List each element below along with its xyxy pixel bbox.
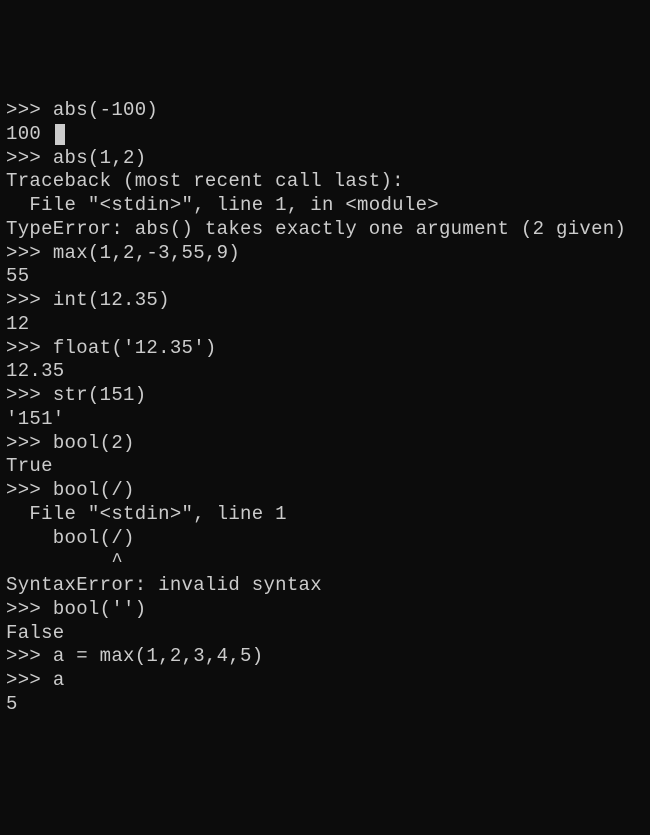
repl-prompt: >>> — [6, 384, 53, 406]
repl-output: 5 — [6, 693, 18, 715]
repl-command: max(1,2,-3,55,9) — [53, 242, 240, 264]
repl-output-line: bool(/) — [6, 527, 644, 551]
repl-command: bool('') — [53, 598, 147, 620]
repl-input-line: >>> a — [6, 669, 644, 693]
repl-output-line: True — [6, 455, 644, 479]
python-repl-terminal[interactable]: >>> abs(-100)100 >>> abs(1,2)Traceback (… — [6, 99, 644, 717]
repl-input-line: >>> bool(2) — [6, 432, 644, 456]
repl-prompt: >>> — [6, 645, 53, 667]
repl-output-line: 100 — [6, 123, 644, 147]
repl-output: ^ — [6, 550, 123, 572]
repl-output-line: Traceback (most recent call last): — [6, 170, 644, 194]
repl-input-line: >>> a = max(1,2,3,4,5) — [6, 645, 644, 669]
repl-output-line: 55 — [6, 265, 644, 289]
repl-command: bool(/) — [53, 479, 135, 501]
repl-output: 12.35 — [6, 360, 65, 382]
repl-prompt: >>> — [6, 432, 53, 454]
repl-command: abs(-100) — [53, 99, 158, 121]
repl-prompt: >>> — [6, 598, 53, 620]
repl-input-line: >>> abs(1,2) — [6, 147, 644, 171]
repl-command: str(151) — [53, 384, 147, 406]
repl-input-line: >>> max(1,2,-3,55,9) — [6, 242, 644, 266]
repl-prompt: >>> — [6, 479, 53, 501]
repl-output: bool(/) — [6, 527, 135, 549]
repl-output-line: '151' — [6, 408, 644, 432]
repl-output-line: SyntaxError: invalid syntax — [6, 574, 644, 598]
repl-input-line: >>> float('12.35') — [6, 337, 644, 361]
repl-prompt: >>> — [6, 289, 53, 311]
repl-input-line: >>> int(12.35) — [6, 289, 644, 313]
repl-output-line: File "<stdin>", line 1, in <module> — [6, 194, 644, 218]
repl-output-line: ^ — [6, 550, 644, 574]
repl-output: '151' — [6, 408, 65, 430]
repl-output: 55 — [6, 265, 29, 287]
repl-prompt: >>> — [6, 669, 53, 691]
repl-output-line: 5 — [6, 693, 644, 717]
repl-prompt: >>> — [6, 99, 53, 121]
repl-input-line: >>> bool(/) — [6, 479, 644, 503]
repl-input-line: >>> str(151) — [6, 384, 644, 408]
repl-output-line: 12.35 — [6, 360, 644, 384]
repl-output: False — [6, 622, 65, 644]
repl-prompt: >>> — [6, 147, 53, 169]
repl-command: int(12.35) — [53, 289, 170, 311]
repl-output: SyntaxError: invalid syntax — [6, 574, 322, 596]
repl-output: 12 — [6, 313, 29, 335]
repl-input-line: >>> abs(-100) — [6, 99, 644, 123]
repl-output: Traceback (most recent call last): — [6, 170, 404, 192]
repl-prompt: >>> — [6, 242, 53, 264]
repl-command: a = max(1,2,3,4,5) — [53, 645, 264, 667]
repl-output: 100 — [6, 123, 53, 145]
repl-output: TypeError: abs() takes exactly one argum… — [6, 218, 626, 240]
repl-output-line: 12 — [6, 313, 644, 337]
terminal-cursor — [55, 124, 65, 145]
repl-output-line: TypeError: abs() takes exactly one argum… — [6, 218, 644, 242]
repl-input-line: >>> bool('') — [6, 598, 644, 622]
repl-output: True — [6, 455, 53, 477]
repl-command: bool(2) — [53, 432, 135, 454]
repl-output-line: File "<stdin>", line 1 — [6, 503, 644, 527]
repl-command: abs(1,2) — [53, 147, 147, 169]
repl-output-line: False — [6, 622, 644, 646]
repl-output: File "<stdin>", line 1, in <module> — [6, 194, 439, 216]
repl-prompt: >>> — [6, 337, 53, 359]
repl-command: a — [53, 669, 65, 691]
repl-command: float('12.35') — [53, 337, 217, 359]
repl-output: File "<stdin>", line 1 — [6, 503, 287, 525]
